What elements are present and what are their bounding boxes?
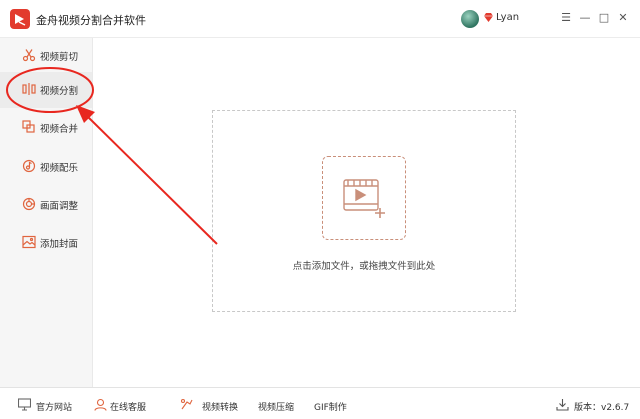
image-icon (22, 235, 36, 249)
sidebar-item-cover[interactable]: 添加封面 (0, 225, 92, 261)
sidebar-item-adjust[interactable]: 画面调整 (0, 187, 92, 223)
video-convert-label: 视频转换 (202, 403, 239, 413)
maximize-button[interactable]: □ (597, 11, 611, 25)
video-convert-link[interactable]: 视频转换 (180, 398, 250, 413)
sidebar-item-label: 视频配乐 (40, 163, 79, 174)
bottom-bar: 官方网站 在线客服 视频转换 视频压缩 GIF制作 版本：v2.6.7 (0, 387, 640, 419)
sidebar-item-label: 视频分割 (40, 86, 79, 97)
title-bar: 金舟视频分割合并软件 Lyan ☰ — □ ✕ (0, 0, 640, 38)
gif-maker-link[interactable]: GIF制作 (314, 398, 354, 413)
menu-icon[interactable]: ☰ (559, 11, 573, 25)
download-icon (556, 399, 569, 411)
version-info[interactable]: 版本：v2.6.7 (556, 398, 636, 413)
video-compress-link[interactable]: 视频压缩 (258, 398, 302, 413)
support-icon (94, 398, 107, 411)
official-site-label: 官方网站 (36, 403, 73, 413)
online-support-link[interactable]: 在线客服 (94, 398, 154, 413)
annotation-arrow-line (85, 114, 218, 245)
gif-maker-label: GIF制作 (314, 403, 347, 413)
scissors-icon (22, 49, 36, 62)
app-logo-icon (10, 9, 30, 29)
drop-hint-text: 点击添加文件，或拖拽文件到此处 (292, 261, 436, 272)
sidebar: 视频剪切 视频分割 视频合并 视频配乐 画面调整 添加封面 (0, 38, 93, 387)
file-drop-zone[interactable]: 点击添加文件，或拖拽文件到此处 (212, 110, 516, 312)
avatar[interactable] (461, 10, 479, 28)
version-label: 版本：v2.6.7 (574, 403, 630, 413)
add-video-icon (343, 179, 385, 218)
sidebar-item-split[interactable]: 视频分割 (0, 72, 92, 108)
adjust-icon (22, 197, 36, 211)
sidebar-item-merge[interactable]: 视频合并 (0, 110, 92, 146)
vip-diamond-icon (484, 13, 493, 22)
add-file-box[interactable] (322, 156, 406, 240)
sidebar-item-label: 视频剪切 (40, 52, 79, 63)
video-compress-label: 视频压缩 (258, 403, 295, 413)
minimize-button[interactable]: — (578, 11, 592, 25)
username[interactable]: Lyan (496, 12, 519, 23)
app-title: 金舟视频分割合并软件 (36, 14, 146, 27)
sidebar-item-music[interactable]: 视频配乐 (0, 149, 92, 185)
close-button[interactable]: ✕ (616, 11, 630, 25)
sidebar-item-label: 添加封面 (40, 239, 79, 250)
online-support-label: 在线客服 (110, 403, 147, 413)
convert-icon (180, 398, 193, 410)
split-icon (22, 83, 36, 95)
music-icon (22, 159, 36, 173)
monitor-icon (18, 398, 31, 411)
merge-icon (22, 120, 35, 133)
sidebar-item-cut[interactable]: 视频剪切 (0, 38, 92, 74)
sidebar-item-label: 视频合并 (40, 124, 79, 135)
official-site-link[interactable]: 官方网站 (18, 398, 78, 413)
sidebar-item-label: 画面调整 (40, 201, 79, 212)
